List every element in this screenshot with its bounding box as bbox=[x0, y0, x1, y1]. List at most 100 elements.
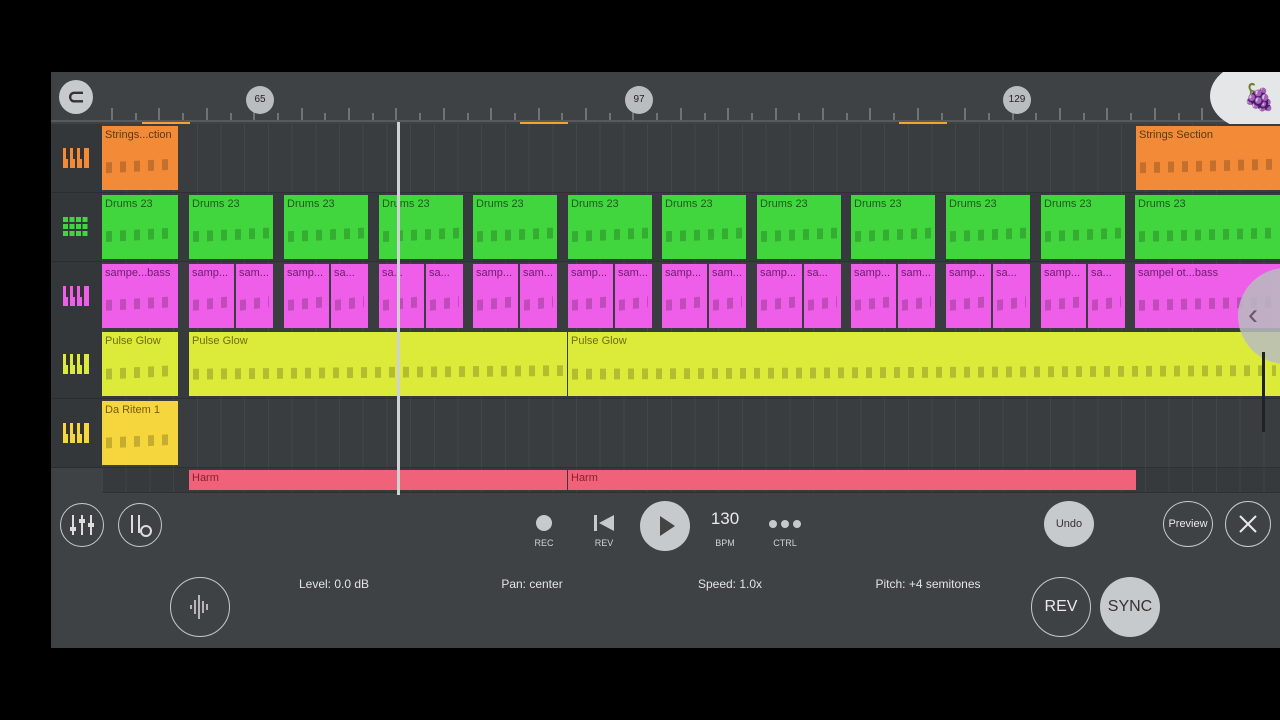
clip-pulse[interactable]: Pulse Glow bbox=[102, 332, 178, 397]
ruler-tick bbox=[442, 108, 445, 120]
clip-harm[interactable]: Harm bbox=[568, 470, 1136, 490]
clip-strings[interactable]: Strings...ction bbox=[102, 126, 178, 190]
clip-bass[interactable]: sa... bbox=[993, 263, 1030, 328]
clip-bass[interactable]: sa... bbox=[804, 263, 841, 328]
clip-label: sampe...bass bbox=[105, 266, 171, 279]
clip-bass[interactable]: sampe...bass bbox=[102, 263, 178, 328]
track-lane-5[interactable]: Da Ritem 1 bbox=[102, 399, 1280, 469]
ruler-tick bbox=[987, 113, 990, 120]
clip-label: sam... bbox=[239, 266, 269, 279]
clip-drum[interactable]: Drums 23 bbox=[189, 194, 273, 259]
record-button[interactable] bbox=[536, 515, 552, 531]
clip-bass[interactable]: samp... bbox=[946, 263, 991, 328]
rewind-label: REV bbox=[594, 538, 614, 548]
rewind-button[interactable] bbox=[593, 513, 615, 533]
track-lane-1[interactable]: Strings...ction Strings Section bbox=[102, 124, 1280, 193]
ruler-tick bbox=[774, 108, 777, 120]
chevron-left-icon: ‹ bbox=[1248, 298, 1258, 331]
vertical-scrollbar[interactable] bbox=[1262, 352, 1265, 432]
bar-marker-97[interactable]: 97 bbox=[625, 86, 653, 114]
magnet-snap-icon[interactable]: ⊂ bbox=[59, 80, 93, 114]
clip-bass[interactable]: sam... bbox=[615, 263, 652, 328]
mixer-button[interactable] bbox=[60, 503, 104, 547]
clip-bass[interactable]: sa... bbox=[426, 263, 463, 328]
clip-label: Harm bbox=[571, 472, 598, 484]
track-lane-2[interactable]: Drums 23 Drums 23 Drums 23 Drums 23 Drums 23… bbox=[102, 192, 1280, 262]
clip-label: sam... bbox=[712, 266, 742, 279]
track-header-2[interactable] bbox=[51, 192, 102, 262]
clip-strings[interactable]: Strings Section bbox=[1136, 126, 1280, 190]
track-header-4[interactable] bbox=[51, 330, 102, 400]
clip-drum[interactable]: Drums 23 bbox=[1041, 194, 1125, 259]
track-header-1[interactable] bbox=[51, 124, 102, 193]
track-header-3[interactable] bbox=[51, 261, 102, 331]
bar-marker-65[interactable]: 65 bbox=[246, 86, 274, 114]
clip-drum[interactable]: Drums 23 bbox=[379, 194, 463, 259]
close-icon bbox=[1239, 515, 1257, 533]
clip-drum[interactable]: Drums 23 bbox=[284, 194, 368, 259]
close-button[interactable] bbox=[1225, 501, 1271, 547]
clip-drum[interactable]: Drums 23 bbox=[851, 194, 935, 259]
waveform-button[interactable] bbox=[170, 577, 230, 637]
clip-harm[interactable]: Harm bbox=[189, 470, 567, 490]
bar-marker-129[interactable]: 129 bbox=[1003, 86, 1031, 114]
clip-drum[interactable]: Drums 23 bbox=[473, 194, 557, 259]
clip-drum[interactable]: Drums 23 bbox=[1135, 194, 1280, 259]
ruler-tick bbox=[1177, 113, 1180, 120]
ruler-tick bbox=[324, 113, 327, 120]
clip-drum[interactable]: Drums 23 bbox=[102, 194, 178, 259]
clip-bass[interactable]: sam... bbox=[520, 263, 557, 328]
clip-label: sa... bbox=[429, 266, 450, 279]
track-lane-4[interactable]: Pulse Glow Pulse Glow Pulse Glow bbox=[102, 330, 1280, 400]
clip-drum[interactable]: Drums 23 bbox=[757, 194, 841, 259]
bpm-value[interactable]: 130 bbox=[701, 509, 749, 529]
piano-icon bbox=[63, 423, 89, 444]
track-header-5[interactable] bbox=[51, 399, 102, 469]
clip-bass[interactable]: sam... bbox=[898, 263, 935, 328]
clip-bass[interactable]: samp... bbox=[662, 263, 707, 328]
undo-button[interactable]: Undo bbox=[1044, 501, 1094, 547]
clip-notes bbox=[997, 296, 1026, 311]
clip-label: sa... bbox=[1091, 266, 1112, 279]
preview-button[interactable]: Preview bbox=[1163, 501, 1213, 547]
reverse-button[interactable]: REV bbox=[1031, 577, 1091, 637]
clip-bass[interactable]: samp... bbox=[473, 263, 518, 328]
ruler-tick bbox=[466, 113, 469, 120]
clip-bass[interactable]: samp... bbox=[757, 263, 802, 328]
playhead[interactable] bbox=[397, 122, 400, 495]
ruler-tick bbox=[940, 113, 943, 120]
play-button[interactable] bbox=[640, 501, 690, 551]
clip-bass[interactable]: samp... bbox=[568, 263, 613, 328]
fruit-icon: 🍇 bbox=[1243, 82, 1276, 112]
clip-label: sam... bbox=[618, 266, 648, 279]
clip-bass[interactable]: samp... bbox=[189, 263, 234, 328]
ctrl-button[interactable] bbox=[768, 516, 802, 528]
clip-bass[interactable]: samp... bbox=[284, 263, 329, 328]
clip-drum[interactable]: Drums 23 bbox=[662, 194, 746, 259]
channel-settings-button[interactable] bbox=[118, 503, 162, 547]
clip-ritem[interactable]: Da Ritem 1 bbox=[102, 401, 178, 466]
clip-bass[interactable]: sa... bbox=[1088, 263, 1125, 328]
clip-notes bbox=[383, 227, 459, 242]
clip-bass[interactable]: sam... bbox=[236, 263, 273, 328]
clip-bass[interactable]: sam... bbox=[709, 263, 746, 328]
ruler-tick bbox=[1035, 113, 1038, 120]
timeline-ruler[interactable]: 65 97 129 bbox=[51, 72, 1280, 126]
clip-label: Drums 23 bbox=[1044, 197, 1092, 210]
clip-label: samp... bbox=[476, 266, 513, 279]
clip-bass[interactable]: samp... bbox=[851, 263, 896, 328]
sync-button[interactable]: SYNC bbox=[1100, 577, 1160, 637]
track-lane-6[interactable]: Harm Harm bbox=[102, 468, 1280, 493]
clip-drum[interactable]: Drums 23 bbox=[568, 194, 652, 259]
clip-drum[interactable]: Drums 23 bbox=[946, 194, 1030, 259]
clip-bass[interactable]: sa... bbox=[331, 263, 368, 328]
ruler-tick bbox=[182, 113, 185, 120]
ruler-tick bbox=[608, 113, 611, 120]
clip-bass[interactable]: samp... bbox=[1041, 263, 1086, 328]
clip-pulse[interactable]: Pulse Glow bbox=[568, 332, 1280, 397]
track-lane-3[interactable]: sampe...bass samp... sam... samp... sa... sa.… bbox=[102, 261, 1280, 331]
clip-notes bbox=[808, 296, 837, 311]
clip-pulse[interactable]: Pulse Glow bbox=[189, 332, 567, 397]
clip-bass[interactable]: sa... bbox=[379, 263, 424, 328]
clip-label: Drums 23 bbox=[476, 197, 524, 210]
